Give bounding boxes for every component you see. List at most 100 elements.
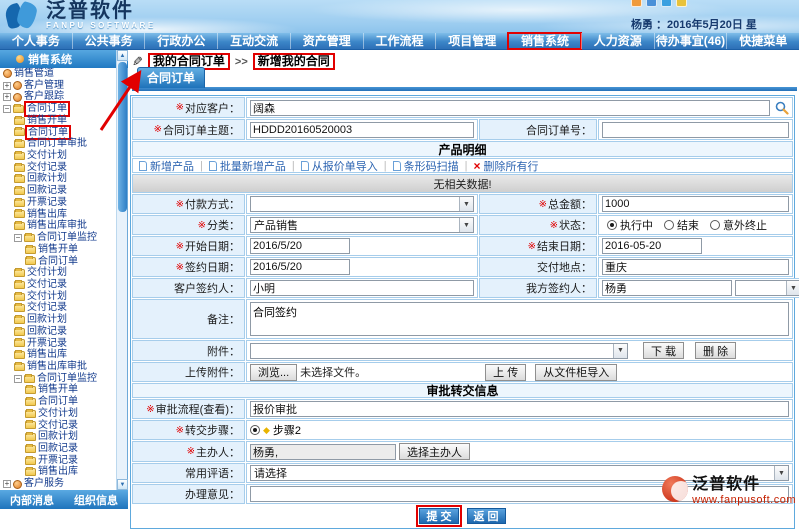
- upload-button[interactable]: 上 传: [485, 364, 526, 381]
- search-icon[interactable]: [775, 101, 789, 115]
- tree-item[interactable]: 交付计划: [0, 150, 117, 162]
- remark-textarea[interactable]: 合同签约: [250, 302, 789, 336]
- tab-internal-message[interactable]: 内部消息: [10, 492, 54, 508]
- tree-item-label[interactable]: 回款计划: [27, 314, 67, 326]
- tree-item[interactable]: 交付记录: [0, 162, 117, 174]
- from-cabinet-button[interactable]: 从文件柜导入: [535, 364, 617, 381]
- tree-item-label[interactable]: 合同订单: [38, 256, 78, 268]
- nav-item-9[interactable]: 待办事宜(46): [654, 33, 727, 49]
- browse-button[interactable]: 浏览...: [250, 364, 297, 381]
- tree-item[interactable]: 销售出库审批: [0, 361, 117, 373]
- tree-item[interactable]: 交付记录: [0, 420, 117, 432]
- customer-input[interactable]: [250, 100, 770, 116]
- tree-item-label[interactable]: 回款计划: [38, 431, 78, 443]
- expand-icon[interactable]: +: [3, 82, 11, 90]
- mail-icon[interactable]: [676, 0, 687, 7]
- collapse-icon[interactable]: −: [14, 375, 22, 383]
- tree-item-label[interactable]: 合同订单审批: [27, 138, 87, 150]
- tree-item-label[interactable]: 销售管道: [14, 68, 54, 80]
- status-radio-1[interactable]: [664, 220, 674, 230]
- toolbar-link-2[interactable]: 从报价单导入: [301, 158, 378, 174]
- tree-item-label[interactable]: 销售出库: [38, 466, 78, 478]
- total-input[interactable]: [602, 196, 789, 212]
- delivery-place-input[interactable]: [602, 259, 789, 275]
- step-radio[interactable]: [250, 425, 260, 435]
- tree-item[interactable]: 销售出库: [0, 349, 117, 361]
- tree-item-label[interactable]: 客户服务: [24, 478, 64, 490]
- tree-item[interactable]: − 合同订单监控: [0, 373, 117, 385]
- tree-item-label[interactable]: 交付记录: [38, 420, 78, 432]
- customer-signer-input[interactable]: [250, 280, 474, 296]
- nav-item-4[interactable]: 资产管理: [290, 33, 363, 49]
- tree-item-label[interactable]: 交付计划: [27, 291, 67, 303]
- delete-all-rows-link[interactable]: ×删除所有行: [473, 158, 538, 174]
- sign-date-input[interactable]: [250, 259, 350, 275]
- tree-item[interactable]: 合同订单: [0, 256, 117, 268]
- category-select[interactable]: 产品销售▼: [250, 217, 474, 233]
- tree-item[interactable]: 回款记录: [0, 326, 117, 338]
- tree-item[interactable]: 销售出库: [0, 466, 117, 478]
- status-radio-2[interactable]: [710, 220, 720, 230]
- tree-item-label[interactable]: 销售出库: [27, 349, 67, 361]
- scroll-down-icon[interactable]: ▼: [117, 479, 128, 490]
- tree-item[interactable]: 开票记录: [0, 197, 117, 209]
- tree-item-label[interactable]: 合同订单: [26, 103, 68, 115]
- tree-item-label[interactable]: 回款计划: [27, 173, 67, 185]
- toolbar-link-1[interactable]: 批量新增产品: [209, 158, 286, 174]
- nav-item-2[interactable]: 行政办公: [144, 33, 217, 49]
- tree-item[interactable]: − 合同订单: [0, 103, 117, 115]
- nav-item-0[interactable]: 个人事务: [0, 33, 72, 49]
- tree-item[interactable]: 销售开单: [0, 244, 117, 256]
- tab-contract-order[interactable]: 合同订单: [137, 67, 205, 88]
- tree-item-label[interactable]: 回款记录: [27, 326, 67, 338]
- attachment-select[interactable]: ▼: [250, 343, 628, 359]
- status-radio-0[interactable]: [607, 220, 617, 230]
- toolbar-link-3[interactable]: 条形码扫描: [393, 158, 459, 174]
- tab-org-info[interactable]: 组织信息: [74, 492, 118, 508]
- tree-item-label[interactable]: 交付记录: [27, 162, 67, 174]
- tree-item[interactable]: 合同订单审批: [0, 138, 117, 150]
- tree-item[interactable]: 交付计划: [0, 291, 117, 303]
- tree-item-label[interactable]: 开票记录: [38, 455, 78, 467]
- tree-item[interactable]: +客户服务: [0, 478, 117, 490]
- tree-item[interactable]: + 客户管理: [0, 80, 117, 92]
- tree-item-label[interactable]: 交付计划: [27, 150, 67, 162]
- end-date-input[interactable]: [602, 238, 702, 254]
- approval-flow-input[interactable]: [250, 401, 789, 417]
- nav-item-5[interactable]: 工作流程: [363, 33, 436, 49]
- submit-button[interactable]: 提 交: [419, 508, 458, 524]
- tree-item[interactable]: 开票记录: [0, 338, 117, 350]
- tree-item-label[interactable]: 合同订单监控: [37, 373, 97, 385]
- tree-item-label[interactable]: 客户管理: [24, 80, 64, 92]
- payment-select[interactable]: ▼: [250, 196, 474, 212]
- tree-item[interactable]: 回款计划: [0, 173, 117, 185]
- tree-item-label[interactable]: 销售开单: [27, 115, 67, 127]
- tree-item-label[interactable]: 交付计划: [38, 408, 78, 420]
- tree-item[interactable]: 销售出库: [0, 209, 117, 221]
- tree-item[interactable]: 回款记录: [0, 443, 117, 455]
- tree-item-label[interactable]: 合同订单监控: [37, 232, 97, 244]
- help-icon[interactable]: [661, 0, 672, 7]
- refresh-icon[interactable]: [646, 0, 657, 7]
- tree-item-label[interactable]: 合同订单: [27, 127, 69, 139]
- tree-item-label[interactable]: 交付记录: [27, 279, 67, 291]
- collapse-icon[interactable]: −: [3, 105, 11, 113]
- tree-item[interactable]: 销售出库审批: [0, 220, 117, 232]
- tree-item-label[interactable]: 回款记录: [27, 185, 67, 197]
- collapse-icon[interactable]: −: [14, 234, 22, 242]
- grid-icon[interactable]: [631, 0, 642, 7]
- toolbar-link-0[interactable]: 新增产品: [139, 158, 194, 174]
- tree-item-label[interactable]: 销售出库审批: [27, 361, 87, 373]
- back-button[interactable]: 返 回: [467, 508, 506, 524]
- scrollbar-thumb[interactable]: [118, 62, 127, 212]
- tree-item-label[interactable]: 合同订单: [38, 396, 78, 408]
- tree-item[interactable]: 合同订单: [0, 127, 117, 139]
- tree-item[interactable]: − 合同订单监控: [0, 232, 117, 244]
- subject-input[interactable]: [250, 122, 474, 138]
- tree-item-label[interactable]: 开票记录: [27, 338, 67, 350]
- tree-item[interactable]: 交付计划: [0, 267, 117, 279]
- tree-item-label[interactable]: 交付记录: [27, 302, 67, 314]
- tree-item-label[interactable]: 回款记录: [38, 443, 78, 455]
- tree-item[interactable]: 回款记录: [0, 185, 117, 197]
- tree-item[interactable]: 回款计划: [0, 314, 117, 326]
